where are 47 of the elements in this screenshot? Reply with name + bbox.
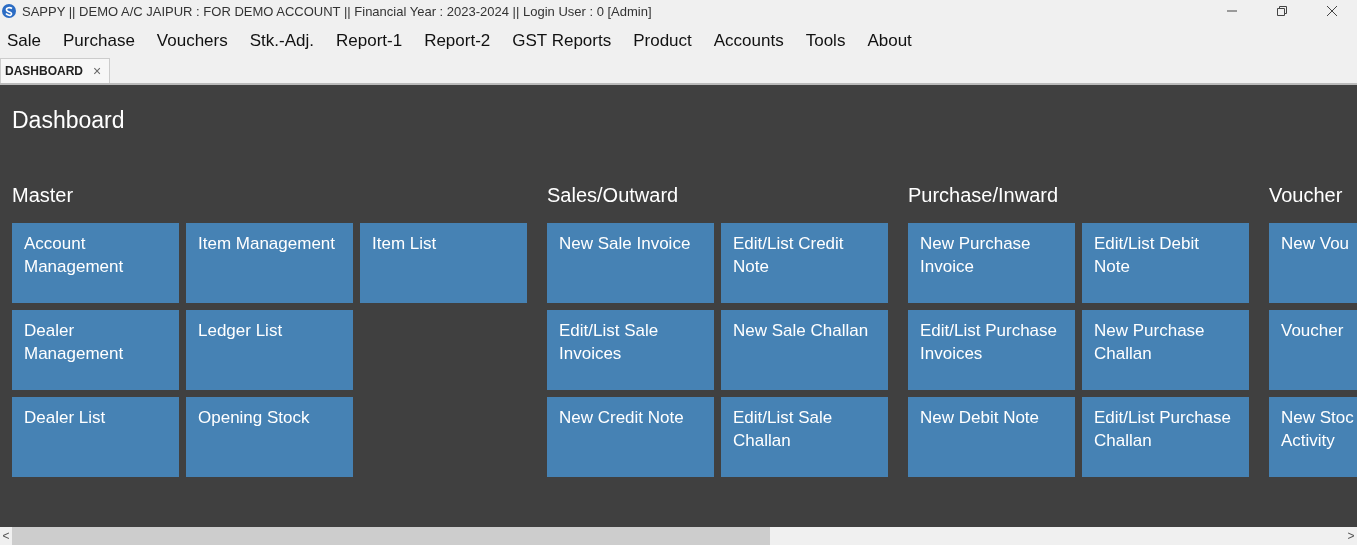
dashboard-tile[interactable]: Item List: [360, 223, 527, 303]
dashboard-tile[interactable]: Edit/List Sale Invoices: [547, 310, 714, 390]
dashboard-tile[interactable]: Ledger List: [186, 310, 353, 390]
menu-item[interactable]: Vouchers: [156, 31, 228, 51]
restore-icon[interactable]: [1276, 5, 1288, 17]
dashboard-tile[interactable]: New Credit Note: [547, 397, 714, 477]
section-title: Master: [12, 184, 75, 207]
menu-item[interactable]: About: [867, 31, 912, 51]
menu-item[interactable]: Product: [633, 31, 692, 51]
dashboard-tile[interactable]: Item Management: [186, 223, 353, 303]
menu-item[interactable]: Tools: [805, 31, 846, 51]
dashboard-tile[interactable]: New Debit Note: [908, 397, 1075, 477]
dashboard-tile[interactable]: Opening Stock: [186, 397, 353, 477]
dashboard-tile[interactable]: New Vou: [1269, 223, 1357, 303]
dashboard-tile[interactable]: Dealer Management: [12, 310, 179, 390]
menu-item[interactable]: Accounts: [713, 31, 784, 51]
dashboard-tile[interactable]: New Sale Invoice: [547, 223, 714, 303]
dashboard-tile[interactable]: Edit/List Purchase Challan: [1082, 397, 1249, 477]
section-title: Voucher: [1269, 184, 1344, 207]
dashboard-tile[interactable]: Voucher: [1269, 310, 1357, 390]
close-tab-button[interactable]: ×: [93, 63, 102, 79]
menu-item[interactable]: Sale: [7, 31, 42, 51]
menu-item[interactable]: GST Reports: [512, 31, 612, 51]
scroll-left-button[interactable]: <: [0, 529, 12, 543]
dashboard-tile[interactable]: New Stoc Activity: [1269, 397, 1357, 477]
dashboard-tile[interactable]: New Purchase Invoice: [908, 223, 1075, 303]
dashboard-tile[interactable]: New Sale Challan: [721, 310, 888, 390]
dashboard-tile[interactable]: Edit/List Purchase Invoices: [908, 310, 1075, 390]
dashboard-tile[interactable]: Edit/List Debit Note: [1082, 223, 1249, 303]
page-title: Dashboard: [12, 107, 126, 134]
scrollbar-thumb[interactable]: [12, 527, 770, 545]
dashboard-tile[interactable]: Edit/List Credit Note: [721, 223, 888, 303]
dashboard-tile[interactable]: Edit/List Sale Challan: [721, 397, 888, 477]
menu-item[interactable]: Stk.-Adj.: [249, 31, 314, 51]
close-icon[interactable]: [1326, 5, 1338, 17]
section-title: Purchase/Inward: [908, 184, 1060, 207]
scroll-right-button[interactable]: >: [1345, 529, 1357, 543]
app-logo-icon: [2, 4, 16, 18]
menu-item[interactable]: Report-1: [336, 31, 403, 51]
dashboard-tile[interactable]: Account Management: [12, 223, 179, 303]
dashboard-tile[interactable]: Dealer List: [12, 397, 179, 477]
menu-item[interactable]: Report-2: [424, 31, 491, 51]
menu-item[interactable]: Purchase: [63, 31, 135, 51]
section-title: Sales/Outward: [547, 184, 680, 207]
dashboard-tile[interactable]: New Purchase Challan: [1082, 310, 1249, 390]
tab[interactable]: DASHBOARD ×: [0, 58, 111, 83]
window-title: SAPPY || DEMO A/C JAIPUR : FOR DEMO ACCOUNT || Financial Year : 2023-2024 || Login User : 0 [Admin]: [22, 3, 653, 19]
